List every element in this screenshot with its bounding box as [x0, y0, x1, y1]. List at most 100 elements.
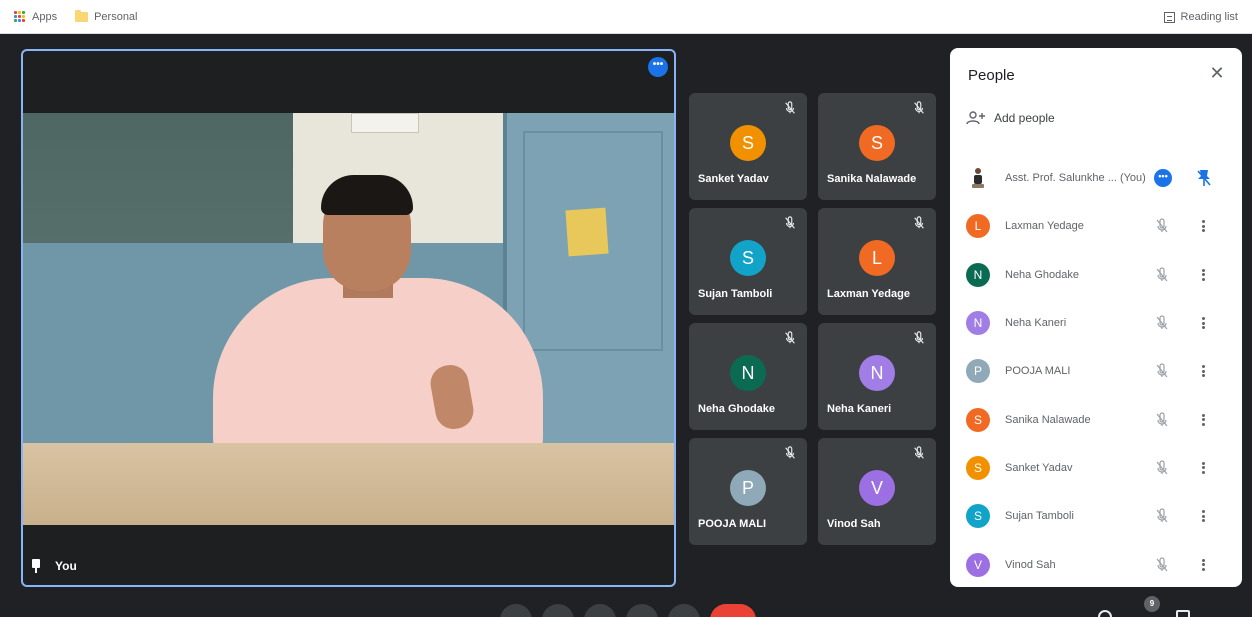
self-label-text: You — [55, 559, 77, 573]
avatar: V — [859, 470, 895, 506]
more-vert-icon[interactable] — [1200, 315, 1206, 331]
captions-button[interactable] — [584, 604, 616, 617]
main-video-tile[interactable]: ••• You — [21, 49, 676, 587]
avatar: S — [966, 504, 990, 529]
participant-tile[interactable]: S Sanket Yadav — [689, 93, 807, 200]
bookmark-apps-label: Apps — [32, 10, 58, 23]
participant-name: Sujan Tamboli — [1005, 510, 1074, 523]
avatar: N — [966, 311, 990, 336]
host-more-options-button[interactable]: ••• — [1154, 169, 1172, 188]
more-vert-icon[interactable] — [1200, 267, 1206, 283]
mic-off-icon[interactable] — [1154, 508, 1170, 524]
pin-icon[interactable] — [1196, 169, 1212, 187]
pin-icon — [31, 559, 41, 573]
participant-name: Sujan Tamboli — [698, 288, 773, 300]
people-panel-title: People — [968, 67, 1015, 84]
list-item[interactable]: P POOJA MALI — [950, 347, 1242, 395]
participant-name: POOJA MALI — [698, 518, 767, 530]
add-people-button[interactable]: Add people — [966, 110, 1055, 126]
more-vert-icon[interactable] — [1200, 508, 1206, 524]
mic-off-icon — [912, 101, 926, 115]
bookmark-personal-label: Personal — [94, 10, 138, 23]
add-person-icon — [966, 111, 985, 125]
video-more-options-button[interactable]: ••• — [648, 57, 668, 77]
participant-tile[interactable]: V Vinod Sah — [818, 438, 936, 545]
info-icon[interactable] — [1098, 610, 1112, 617]
mic-off-icon — [783, 446, 797, 460]
more-vert-icon[interactable] — [1200, 363, 1206, 379]
more-vert-icon[interactable] — [1200, 460, 1206, 476]
participant-tile[interactable]: P POOJA MALI — [689, 438, 807, 545]
participant-tile[interactable]: S Sanika Nalawade — [818, 93, 936, 200]
mic-off-icon[interactable] — [1154, 267, 1170, 283]
list-item[interactable]: N Neha Ghodake — [950, 251, 1242, 299]
avatar: N — [859, 355, 895, 391]
self-name-label: You — [31, 559, 77, 573]
mic-off-icon[interactable] — [1154, 363, 1170, 379]
participant-tile[interactable]: L Laxman Yedage — [818, 208, 936, 315]
more-vert-icon[interactable] — [1200, 557, 1206, 573]
participant-name: Laxman Yedage — [827, 288, 910, 300]
avatar: P — [730, 470, 766, 506]
mic-off-icon — [912, 331, 926, 345]
mic-off-icon — [912, 446, 926, 460]
list-item[interactable]: L Laxman Yedage — [950, 202, 1242, 250]
present-button[interactable] — [626, 604, 658, 617]
bookmark-personal[interactable]: Personal — [75, 9, 138, 23]
bottom-control-bar: 9 — [0, 596, 1252, 617]
mic-off-icon[interactable] — [1154, 556, 1170, 573]
avatar: N — [966, 262, 990, 287]
mic-off-icon — [912, 216, 926, 230]
participant-name: Neha Kaneri — [1005, 317, 1067, 330]
avatar: S — [966, 407, 990, 432]
apps-grid-icon — [14, 10, 26, 23]
participant-name: Neha Ghodake — [698, 403, 776, 415]
leave-call-button[interactable] — [710, 604, 756, 617]
participant-name: POOJA MALI — [1005, 365, 1071, 378]
participant-tile[interactable]: N Neha Kaneri — [818, 323, 936, 430]
avatar: S — [966, 455, 990, 480]
more-vert-icon[interactable] — [1200, 412, 1206, 428]
participant-count-badge: 9 — [1144, 596, 1160, 612]
chat-icon[interactable] — [1176, 610, 1190, 617]
participant-name: Vinod Sah — [1005, 558, 1056, 571]
participant-name: Laxman Yedage — [1005, 220, 1084, 233]
more-vert-icon[interactable] — [1200, 218, 1206, 234]
participant-tile[interactable]: S Sujan Tamboli — [689, 208, 807, 315]
more-options-button[interactable] — [668, 604, 700, 617]
participant-list: Asst. Prof. Salunkhe ... (You) ••• L Laxm… — [950, 154, 1242, 587]
list-item-host[interactable]: Asst. Prof. Salunkhe ... (You) ••• — [950, 154, 1242, 202]
mic-off-icon[interactable] — [1154, 218, 1170, 234]
folder-icon — [75, 9, 89, 22]
participant-name: Sanket Yadav — [1005, 461, 1073, 474]
camera-button[interactable] — [542, 604, 574, 617]
bookmark-apps[interactable]: Apps — [14, 10, 58, 23]
list-item[interactable]: S Sanika Nalawade — [950, 395, 1242, 443]
bookmarks-bar: Apps Personal Reading list — [0, 0, 1252, 34]
participant-name: Neha Kaneri — [827, 403, 892, 415]
close-icon[interactable]: ✕ — [1208, 64, 1226, 82]
mic-off-icon[interactable] — [1154, 412, 1170, 428]
reading-list-icon — [1163, 11, 1175, 23]
participant-tile[interactable]: N Neha Ghodake — [689, 323, 807, 430]
mic-off-icon — [783, 216, 797, 230]
mic-button[interactable] — [500, 604, 532, 617]
host-avatar-icon — [972, 168, 984, 189]
avatar: V — [966, 552, 990, 577]
people-panel: People ✕ Add people Asst. Prof. Salunkhe… — [950, 48, 1242, 587]
participant-name: Sanika Nalawade — [1005, 413, 1091, 426]
add-people-label: Add people — [994, 111, 1055, 125]
list-item[interactable]: N Neha Kaneri — [950, 299, 1242, 347]
reading-list-label: Reading list — [1180, 11, 1238, 23]
list-item[interactable]: V Vinod Sah — [950, 540, 1242, 587]
mic-off-icon[interactable] — [1154, 460, 1170, 476]
avatar: P — [966, 359, 990, 384]
avatar: N — [730, 355, 766, 391]
list-item[interactable]: S Sujan Tamboli — [950, 492, 1242, 540]
reading-list-button[interactable]: Reading list — [1163, 0, 1238, 34]
list-item[interactable]: S Sanket Yadav — [950, 444, 1242, 492]
mic-off-icon[interactable] — [1154, 315, 1170, 331]
participant-name: Sanika Nalawade — [827, 173, 917, 185]
participant-name: Neha Ghodake — [1005, 268, 1079, 281]
avatar: L — [859, 240, 895, 276]
